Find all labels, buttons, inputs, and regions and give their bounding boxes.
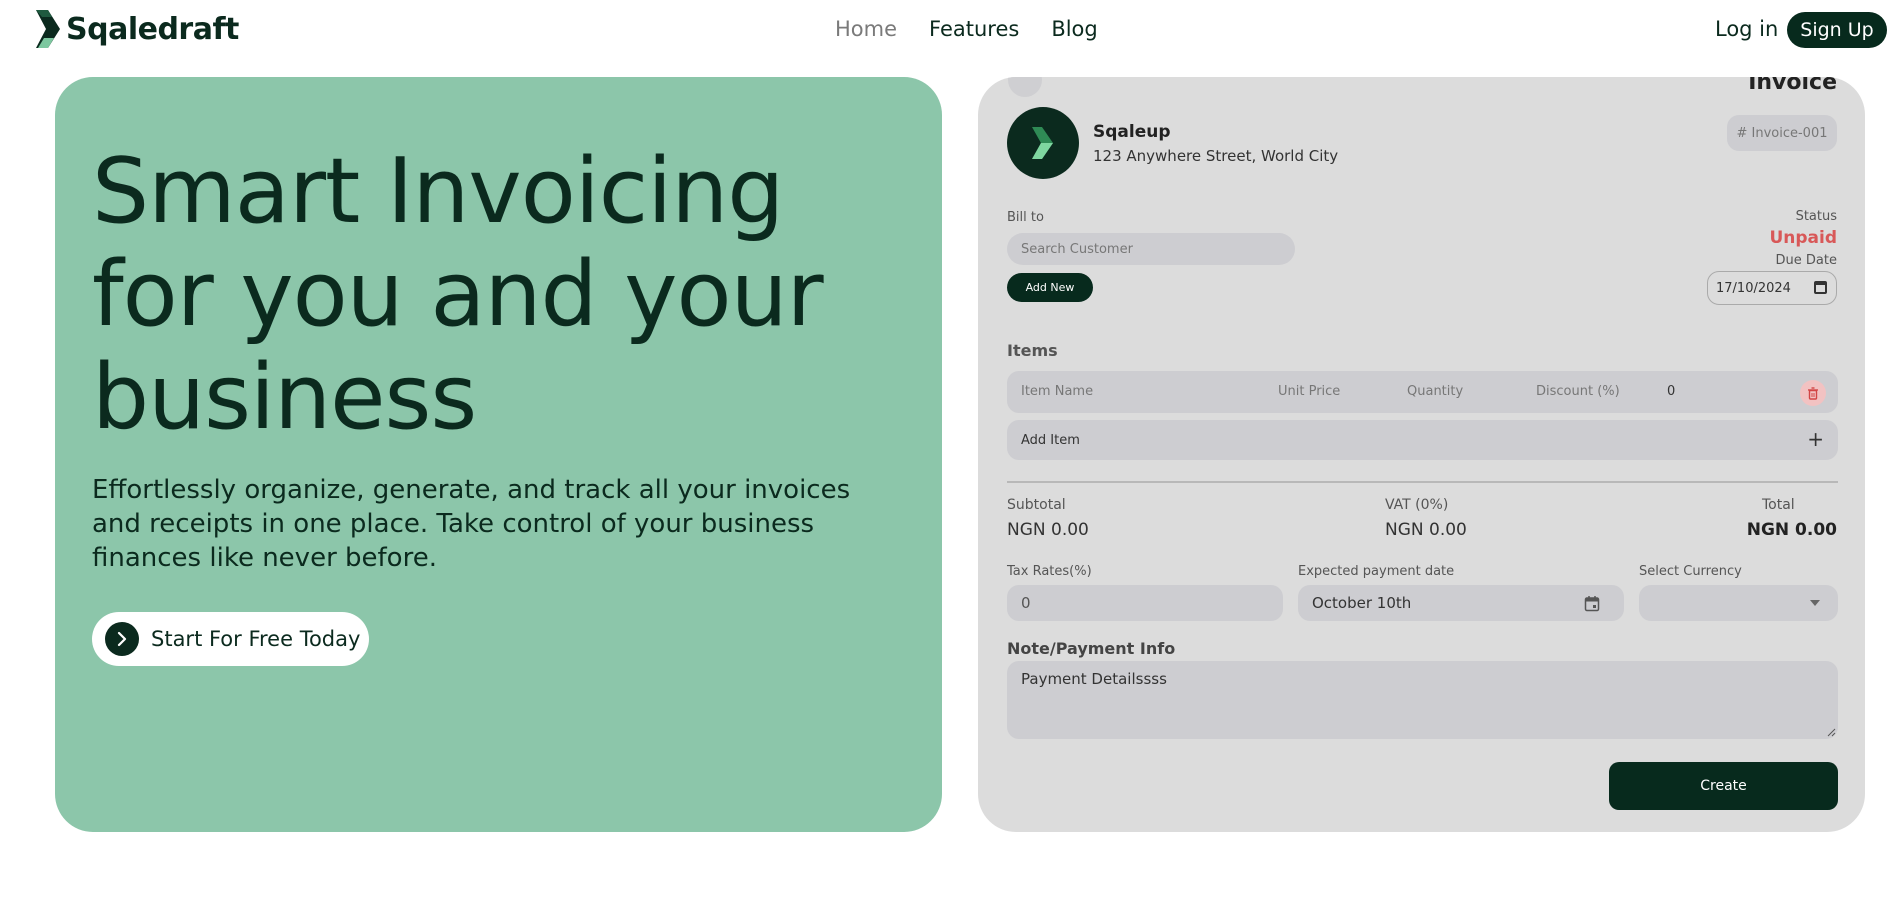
back-button[interactable] — [1008, 77, 1042, 97]
invoice-panel: Invoice Sqaleup 123 Anywhere Street, Wor… — [978, 77, 1865, 832]
hero-description: Effortlessly organize, generate, and tra… — [92, 475, 851, 573]
hero-title: Smart Invoicing for you and your busines… — [92, 139, 824, 450]
company-name: Sqaleup — [1093, 122, 1171, 142]
tax-rates-label: Tax Rates(%) — [1007, 564, 1092, 579]
payment-date-label: Expected payment date — [1298, 564, 1455, 579]
payment-info-textarea[interactable]: Payment Detailssss — [1007, 661, 1838, 739]
tax-rates-input[interactable]: 0 — [1007, 585, 1283, 621]
start-free-button[interactable]: Start For Free Today — [92, 612, 369, 666]
item-amount: 0 — [1667, 384, 1676, 399]
invoice-title: Invoice — [1748, 77, 1837, 95]
subtotal-value: NGN 0.00 — [1007, 520, 1089, 540]
nav-link-home[interactable]: Home — [835, 17, 897, 41]
resize-grip-icon[interactable] — [1826, 727, 1836, 737]
calendar-icon — [1584, 596, 1600, 612]
trash-icon[interactable] — [1800, 380, 1826, 406]
start-free-label: Start For Free Today — [151, 627, 361, 651]
brand-name: Sqaledraft — [66, 11, 239, 47]
discount-input[interactable]: Discount (%) — [1536, 384, 1620, 399]
login-link[interactable]: Log in — [1715, 17, 1778, 41]
bill-to-label: Bill to — [1007, 210, 1044, 225]
chevron-down-icon — [1810, 600, 1820, 606]
status-badge: Unpaid — [1769, 228, 1837, 248]
due-date-value: 17/10/2024 — [1716, 280, 1791, 296]
add-new-customer-button[interactable]: Add New — [1007, 273, 1093, 302]
chevron-right-icon — [105, 622, 139, 656]
total-label: Total — [1762, 497, 1795, 513]
plus-icon: + — [1807, 427, 1824, 451]
unit-price-input[interactable]: Unit Price — [1278, 384, 1340, 399]
calendar-icon — [1814, 281, 1827, 294]
hero-card: Smart Invoicing for you and your busines… — [55, 77, 942, 832]
items-heading: Items — [1007, 341, 1058, 360]
brand-logo[interactable]: Sqaledraft — [34, 10, 239, 48]
logo-mark-icon — [36, 10, 60, 48]
signup-button[interactable]: Sign Up — [1787, 12, 1887, 48]
item-name-input[interactable]: Item Name — [1021, 384, 1093, 399]
company-address: 123 Anywhere Street, World City — [1093, 147, 1339, 165]
payment-date-value: October 10th — [1312, 594, 1412, 612]
item-row: Item Name Unit Price Quantity Discount (… — [1007, 371, 1838, 413]
top-nav: Sqaledraft Home Features Blog Log in Sig… — [0, 0, 1904, 58]
divider — [1007, 481, 1838, 483]
vat-value: NGN 0.00 — [1385, 520, 1467, 540]
subtotal-label: Subtotal — [1007, 497, 1066, 513]
invoice-number-field[interactable]: # Invoice-001 — [1727, 115, 1837, 151]
create-invoice-button[interactable]: Create — [1609, 762, 1838, 810]
currency-select[interactable] — [1639, 585, 1838, 621]
company-logo-icon — [1032, 127, 1053, 159]
company-logo — [1007, 107, 1079, 179]
quantity-input[interactable]: Quantity — [1407, 384, 1463, 399]
payment-info-value: Payment Detailssss — [1021, 670, 1167, 688]
due-date-input[interactable]: 17/10/2024 — [1707, 271, 1837, 305]
nav-links: Home Features Blog — [835, 17, 1098, 41]
note-heading: Note/Payment Info — [1007, 639, 1176, 658]
search-customer-input[interactable]: Search Customer — [1007, 233, 1295, 265]
payment-date-input[interactable]: October 10th — [1298, 585, 1624, 621]
nav-link-blog[interactable]: Blog — [1051, 17, 1097, 41]
total-value: NGN 0.00 — [1746, 520, 1837, 540]
vat-label: VAT (0%) — [1385, 497, 1449, 513]
status-label: Status — [1795, 209, 1837, 224]
add-item-button[interactable]: Add Item + — [1007, 420, 1838, 460]
currency-label: Select Currency — [1639, 564, 1742, 579]
due-date-label: Due Date — [1775, 253, 1837, 268]
add-item-label: Add Item — [1021, 432, 1080, 448]
nav-link-features[interactable]: Features — [929, 17, 1019, 41]
